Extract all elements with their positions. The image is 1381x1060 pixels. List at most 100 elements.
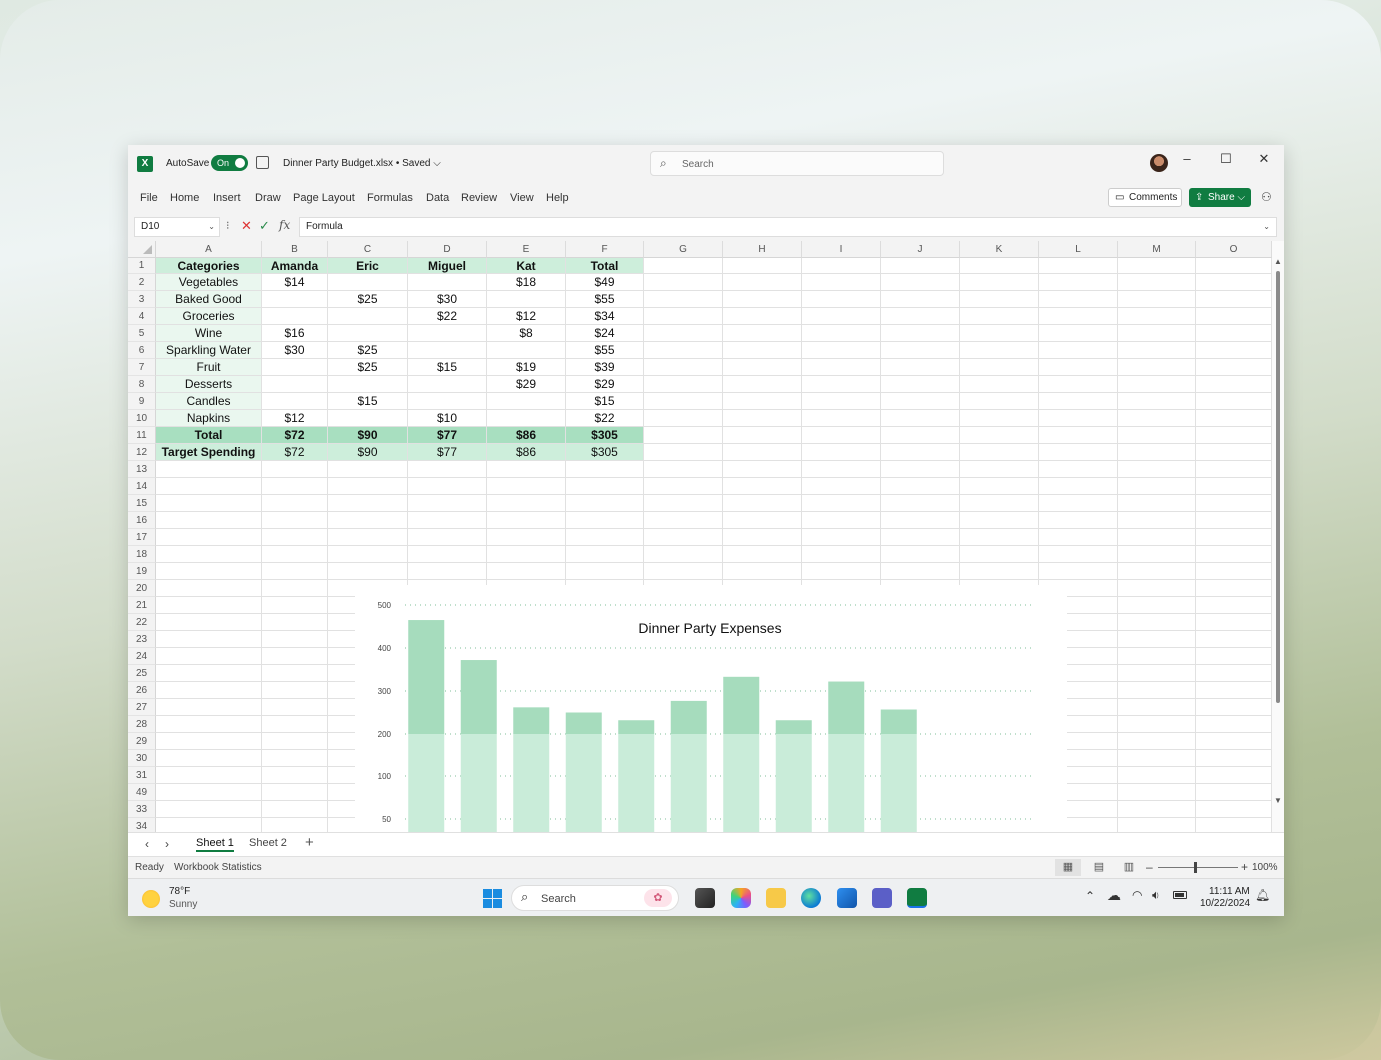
table-cell[interactable] bbox=[1039, 274, 1118, 291]
table-cell[interactable] bbox=[262, 478, 328, 495]
table-cell[interactable] bbox=[644, 461, 723, 478]
table-cell[interactable] bbox=[802, 546, 881, 563]
table-cell[interactable] bbox=[1118, 291, 1196, 308]
table-cell[interactable] bbox=[1196, 580, 1272, 597]
row-header[interactable]: 29 bbox=[128, 733, 156, 750]
table-cell[interactable] bbox=[723, 495, 802, 512]
table-cell[interactable] bbox=[156, 665, 262, 682]
table-cell[interactable] bbox=[262, 546, 328, 563]
chevron-right-icon[interactable]: › bbox=[165, 837, 169, 851]
table-cell[interactable]: $14 bbox=[262, 274, 328, 291]
table-cell[interactable] bbox=[881, 427, 960, 444]
table-cell[interactable] bbox=[156, 563, 262, 580]
more-icon[interactable]: ⁝ bbox=[226, 219, 230, 232]
table-cell[interactable] bbox=[328, 529, 408, 546]
table-cell[interactable] bbox=[1196, 325, 1272, 342]
table-cell[interactable]: $90 bbox=[328, 427, 408, 444]
copilot-icon[interactable] bbox=[731, 888, 751, 908]
table-cell[interactable] bbox=[566, 563, 644, 580]
table-cell[interactable]: Kat bbox=[487, 258, 566, 274]
table-cell[interactable] bbox=[1196, 563, 1272, 580]
table-cell[interactable]: $305 bbox=[566, 444, 644, 461]
table-cell[interactable] bbox=[723, 359, 802, 376]
close-icon[interactable]: ✕ bbox=[1252, 151, 1276, 167]
table-cell[interactable]: $34 bbox=[566, 308, 644, 325]
table-cell[interactable] bbox=[1118, 682, 1196, 699]
table-cell[interactable] bbox=[1118, 784, 1196, 801]
sun-icon[interactable] bbox=[142, 890, 160, 908]
table-cell[interactable] bbox=[1196, 495, 1272, 512]
bar-mar-segment-1[interactable] bbox=[513, 734, 550, 832]
table-cell[interactable]: $86 bbox=[487, 427, 566, 444]
edge-icon[interactable] bbox=[801, 888, 821, 908]
table-cell[interactable] bbox=[262, 716, 328, 733]
chevron-up-icon[interactable]: ⌃ bbox=[1085, 889, 1095, 903]
table-cell[interactable] bbox=[723, 546, 802, 563]
table-cell[interactable]: $15 bbox=[328, 393, 408, 410]
file-explorer-icon[interactable] bbox=[766, 888, 786, 908]
table-cell[interactable] bbox=[1118, 716, 1196, 733]
column-header[interactable]: C bbox=[328, 241, 408, 258]
table-cell[interactable] bbox=[881, 546, 960, 563]
table-cell[interactable] bbox=[262, 750, 328, 767]
table-cell[interactable] bbox=[408, 563, 487, 580]
row-header[interactable]: 18 bbox=[128, 546, 156, 563]
column-header[interactable]: O bbox=[1196, 241, 1272, 258]
document-title[interactable]: Dinner Party Budget.xlsx • Saved ⌵ bbox=[283, 158, 441, 169]
row-header[interactable]: 4 bbox=[128, 308, 156, 325]
table-cell[interactable] bbox=[960, 410, 1039, 427]
table-cell[interactable] bbox=[644, 359, 723, 376]
table-cell[interactable] bbox=[1196, 716, 1272, 733]
share-button[interactable]: ⇪ Share ⌵ bbox=[1189, 188, 1251, 207]
table-cell[interactable] bbox=[1039, 529, 1118, 546]
table-cell[interactable] bbox=[802, 529, 881, 546]
coauthoring-icon[interactable]: ⚇ bbox=[1261, 190, 1272, 204]
table-cell[interactable] bbox=[487, 461, 566, 478]
table-cell[interactable] bbox=[328, 495, 408, 512]
table-cell[interactable] bbox=[1118, 308, 1196, 325]
table-cell[interactable] bbox=[1039, 410, 1118, 427]
table-cell[interactable] bbox=[881, 393, 960, 410]
table-cell[interactable]: Vegetables bbox=[156, 274, 262, 291]
table-cell[interactable]: $30 bbox=[408, 291, 487, 308]
table-cell[interactable] bbox=[156, 801, 262, 818]
table-cell[interactable] bbox=[1118, 529, 1196, 546]
chevron-down-icon[interactable]: ⌄ bbox=[208, 218, 215, 236]
table-cell[interactable] bbox=[328, 563, 408, 580]
table-cell[interactable] bbox=[1039, 359, 1118, 376]
table-cell[interactable] bbox=[1118, 767, 1196, 784]
column-header[interactable]: F bbox=[566, 241, 644, 258]
table-cell[interactable] bbox=[960, 444, 1039, 461]
table-cell[interactable] bbox=[1039, 325, 1118, 342]
table-cell[interactable] bbox=[1118, 359, 1196, 376]
table-cell[interactable] bbox=[487, 393, 566, 410]
table-cell[interactable] bbox=[487, 512, 566, 529]
normal-view-icon[interactable]: ▦ bbox=[1055, 859, 1081, 876]
table-cell[interactable] bbox=[1196, 597, 1272, 614]
table-cell[interactable] bbox=[723, 529, 802, 546]
table-cell[interactable] bbox=[960, 308, 1039, 325]
table-cell[interactable] bbox=[262, 631, 328, 648]
table-cell[interactable] bbox=[1196, 750, 1272, 767]
row-header[interactable]: 21 bbox=[128, 597, 156, 614]
bar-jul-segment-2[interactable] bbox=[723, 676, 760, 734]
row-header[interactable]: 10 bbox=[128, 410, 156, 427]
bar-jan-segment-2[interactable] bbox=[408, 620, 445, 734]
table-cell[interactable] bbox=[156, 512, 262, 529]
table-cell[interactable] bbox=[802, 444, 881, 461]
table-cell[interactable] bbox=[262, 784, 328, 801]
table-cell[interactable] bbox=[802, 291, 881, 308]
table-cell[interactable]: $12 bbox=[262, 410, 328, 427]
column-header[interactable]: M bbox=[1118, 241, 1196, 258]
table-cell[interactable] bbox=[1118, 393, 1196, 410]
table-cell[interactable] bbox=[1039, 444, 1118, 461]
table-cell[interactable]: $77 bbox=[408, 444, 487, 461]
table-cell[interactable] bbox=[1118, 614, 1196, 631]
table-cell[interactable] bbox=[566, 495, 644, 512]
table-cell[interactable] bbox=[1039, 495, 1118, 512]
table-cell[interactable]: $29 bbox=[487, 376, 566, 393]
table-cell[interactable] bbox=[723, 427, 802, 444]
table-cell[interactable] bbox=[1196, 274, 1272, 291]
table-cell[interactable] bbox=[156, 478, 262, 495]
table-cell[interactable] bbox=[1118, 495, 1196, 512]
